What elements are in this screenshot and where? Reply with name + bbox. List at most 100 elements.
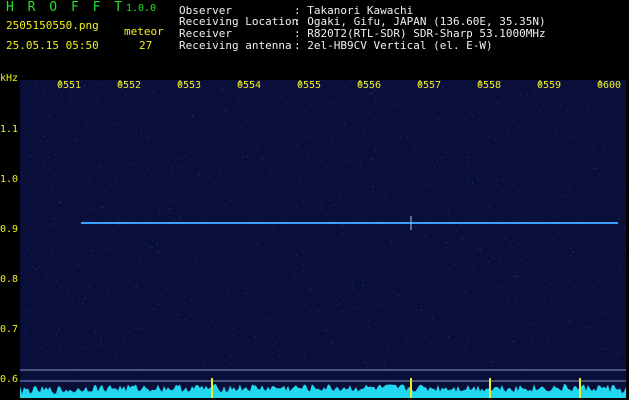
noise-pixel — [617, 367, 619, 369]
noise-pixel — [529, 316, 531, 318]
noise-pixel — [593, 168, 595, 170]
noise-pixel — [317, 289, 319, 291]
noise-pixel — [269, 162, 270, 164]
noise-pixel — [48, 213, 50, 215]
noise-pixel — [607, 179, 609, 181]
noise-pixel — [71, 303, 73, 305]
noise-pixel — [561, 90, 563, 92]
noise-pixel — [433, 131, 435, 132]
noise-pixel — [402, 172, 404, 174]
noise-pixel — [198, 173, 200, 174]
noise-pixel — [341, 351, 343, 353]
noise-pixel — [387, 344, 389, 346]
noise-pixel — [291, 121, 292, 123]
noise-pixel — [160, 114, 162, 116]
noise-pixel — [112, 331, 114, 332]
noise-pixel — [463, 138, 465, 140]
noise-pixel — [363, 140, 365, 141]
noise-pixel — [499, 257, 501, 259]
noise-pixel — [385, 196, 387, 198]
noise-pixel — [434, 119, 436, 121]
noise-pixel — [205, 235, 207, 237]
noise-pixel — [89, 177, 91, 179]
noise-pixel — [622, 88, 624, 90]
noise-pixel — [551, 357, 553, 359]
noise-pixel — [442, 202, 443, 204]
noise-pixel — [38, 205, 40, 206]
noise-pixel — [84, 304, 86, 306]
noise-pixel — [439, 224, 441, 225]
noise-pixel — [205, 204, 207, 206]
noise-pixel — [593, 104, 595, 106]
noise-pixel — [145, 135, 147, 137]
noise-pixel — [357, 101, 359, 102]
noise-pixel — [279, 256, 281, 258]
noise-pixel — [173, 161, 175, 163]
noise-pixel — [425, 353, 427, 355]
noise-pixel — [156, 176, 158, 178]
noise-pixel — [117, 216, 119, 218]
noise-pixel — [578, 152, 580, 154]
noise-pixel — [168, 115, 170, 117]
noise-pixel — [246, 293, 248, 295]
noise-pixel — [617, 256, 619, 258]
noise-pixel — [361, 284, 363, 286]
noise-pixel — [253, 218, 255, 220]
noise-pixel — [197, 309, 198, 311]
noise-pixel — [554, 251, 556, 253]
noise-pixel — [74, 230, 76, 232]
noise-pixel — [391, 242, 393, 244]
noise-pixel — [497, 367, 499, 369]
noise-pixel — [331, 367, 332, 369]
noise-pixel — [210, 320, 212, 322]
noise-pixel — [242, 320, 243, 322]
noise-pixel — [106, 150, 108, 152]
noise-pixel — [333, 350, 335, 352]
noise-pixel — [400, 216, 402, 218]
noise-pixel — [553, 344, 555, 346]
noise-pixel — [292, 106, 294, 108]
noise-pixel — [298, 327, 300, 328]
noise-pixel — [545, 167, 547, 169]
noise-pixel — [63, 144, 65, 146]
noise-pixel — [308, 290, 310, 292]
noise-pixel — [42, 101, 43, 103]
noise-pixel — [264, 309, 266, 311]
noise-pixel — [214, 247, 216, 249]
noise-pixel — [171, 123, 173, 125]
noise-pixel — [121, 159, 123, 161]
noise-pixel — [384, 144, 386, 145]
noise-pixel — [337, 362, 338, 363]
noise-pixel — [191, 267, 193, 269]
noise-pixel — [496, 180, 498, 182]
noise-pixel — [317, 106, 318, 108]
noise-pixel — [40, 240, 42, 242]
noise-pixel — [412, 283, 414, 285]
noise-pixel — [254, 269, 256, 271]
noise-pixel — [107, 135, 109, 137]
noise-pixel — [389, 333, 391, 334]
noise-pixel — [206, 319, 208, 321]
noise-pixel — [594, 150, 596, 152]
noise-pixel — [163, 242, 165, 244]
noise-pixel — [272, 339, 274, 341]
noise-pixel — [394, 297, 396, 299]
noise-pixel — [605, 299, 607, 301]
noise-pixel — [449, 306, 451, 308]
noise-pixel — [146, 243, 148, 245]
noise-pixel — [579, 143, 581, 145]
noise-pixel — [237, 162, 239, 164]
noise-pixel — [419, 242, 421, 244]
noise-pixel — [399, 110, 401, 112]
noise-pixel — [395, 292, 397, 294]
noise-pixel — [584, 89, 586, 91]
noise-pixel — [369, 172, 371, 174]
noise-pixel — [577, 128, 579, 130]
noise-pixel — [75, 250, 77, 252]
noise-pixel — [555, 216, 557, 218]
noise-pixel — [569, 255, 571, 257]
noise-pixel — [116, 205, 118, 207]
noise-pixel — [427, 303, 428, 304]
noise-pixel — [519, 190, 520, 192]
noise-pixel — [242, 230, 244, 232]
